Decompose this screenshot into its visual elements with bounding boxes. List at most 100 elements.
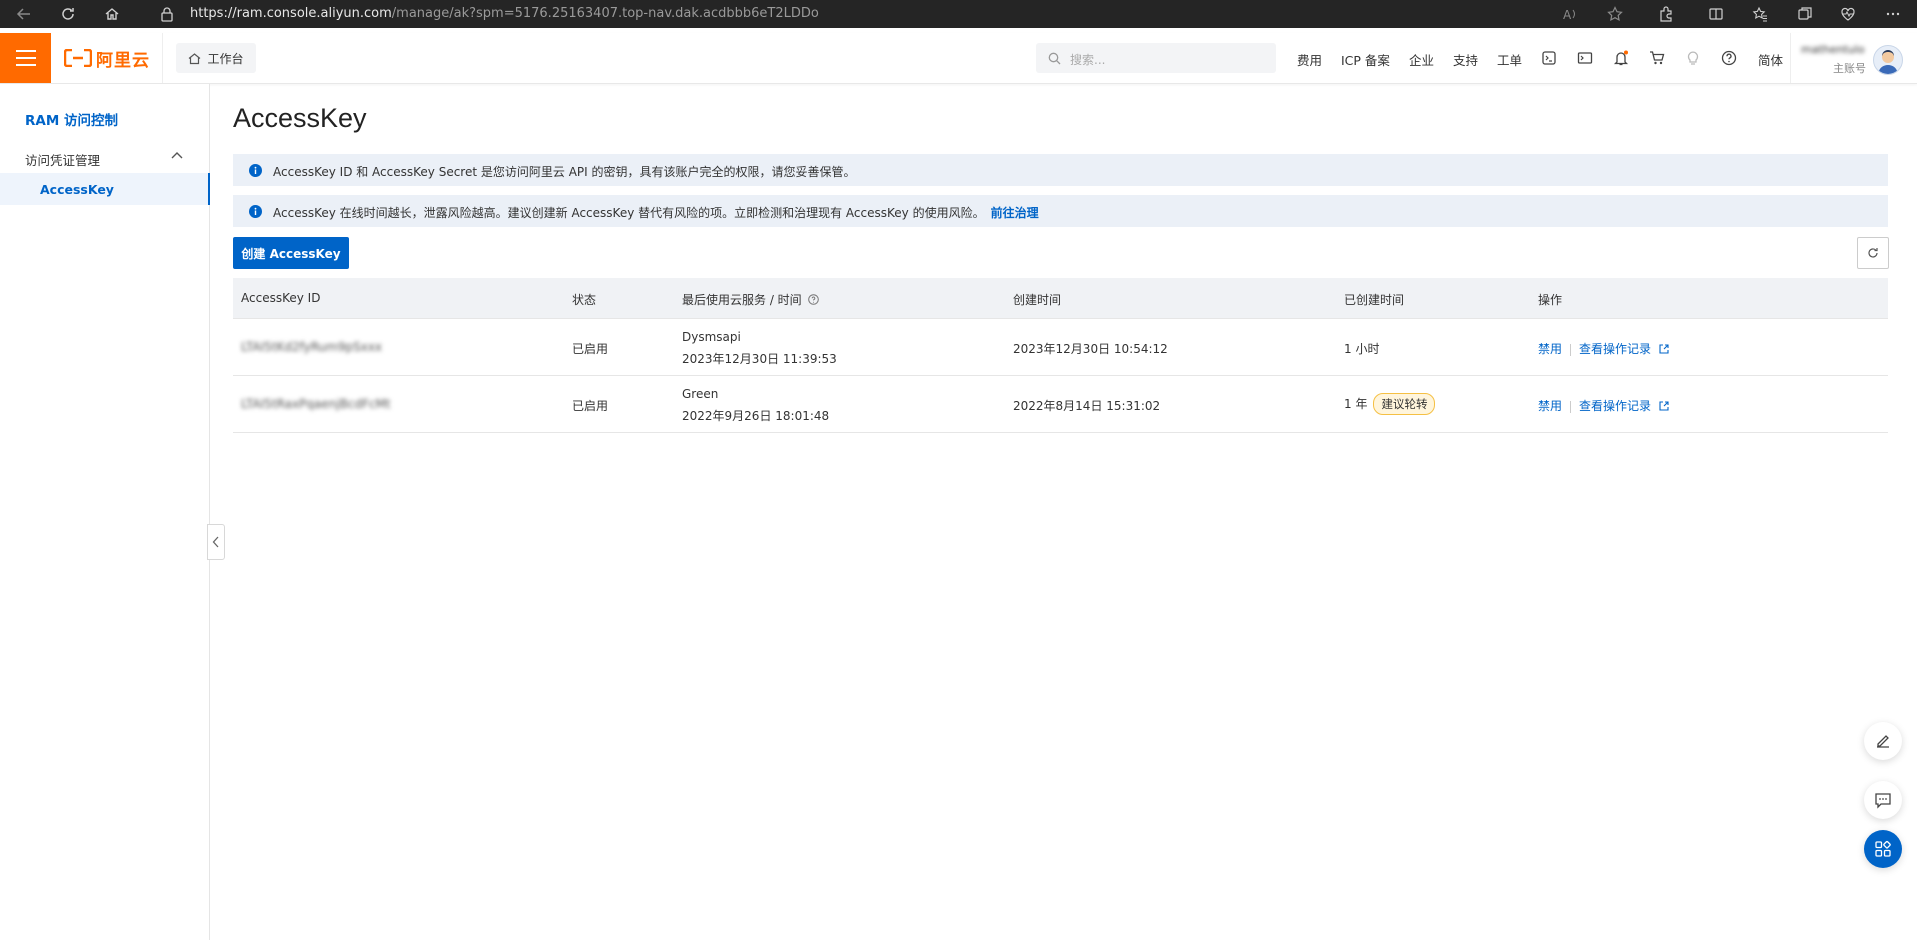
- row-actions: 禁用 查看操作记录: [1538, 397, 1669, 414]
- last-used-time: 2022年9月26日 18:01:48: [682, 409, 830, 423]
- favorite-star-icon[interactable]: [1605, 4, 1625, 24]
- user-account-menu[interactable]: mathentulo 主账号: [1790, 41, 1910, 77]
- home-icon: [189, 52, 201, 64]
- nav-link-icp[interactable]: ICP 备案: [1341, 50, 1390, 69]
- cloud-shell-icon[interactable]: [1539, 48, 1559, 68]
- view-operation-log-link[interactable]: 查看操作记录: [1579, 399, 1651, 413]
- last-used-service: Dysmsapi: [682, 330, 741, 344]
- alert-text: AccessKey 在线时间越长，泄露风险越高。建议创建新 AccessKey …: [273, 206, 1039, 220]
- accesskey-id: LTAI5tRaxPqaenjBcdFcMt: [241, 397, 391, 411]
- chevron-up-icon[interactable]: [170, 150, 184, 160]
- notification-bell-icon[interactable]: [1611, 48, 1631, 68]
- rotate-suggestion-badge: 建议轮转: [1373, 393, 1436, 415]
- disable-link[interactable]: 禁用: [1538, 342, 1562, 356]
- extensions-icon[interactable]: [1656, 4, 1676, 24]
- last-used-service: Green: [682, 387, 719, 401]
- alert-text: AccessKey ID 和 AccessKey Secret 是您访问阿里云 …: [273, 165, 856, 179]
- user-name: mathentulo: [1801, 43, 1865, 56]
- sidebar-collapse-button[interactable]: [207, 524, 225, 560]
- last-used-time: 2023年12月30日 11:39:53: [682, 352, 837, 366]
- user-role: 主账号: [1833, 62, 1866, 75]
- hamburger-icon: [15, 50, 36, 66]
- info-alert-secret: AccessKey ID 和 AccessKey Secret 是您访问阿里云 …: [233, 154, 1888, 186]
- created-time: 2022年8月14日 15:31:02: [1013, 399, 1161, 413]
- table-row: LTAI5tRaxPqaenjBcdFcMt 已启用 Green 2022年9月…: [233, 376, 1888, 433]
- column-header: 创建时间: [1013, 293, 1062, 307]
- search-placeholder: 搜索...: [1070, 53, 1106, 67]
- column-header: 状态: [572, 293, 597, 307]
- apps-grid-icon: [1875, 840, 1891, 857]
- external-link-icon[interactable]: [1659, 344, 1669, 354]
- sidebar-group-credentials[interactable]: 访问凭证管理: [25, 150, 100, 169]
- chat-icon: [1875, 793, 1891, 809]
- aliyun-logo-icon: [64, 49, 92, 67]
- read-aloud-icon[interactable]: A: [1560, 4, 1580, 24]
- more-options-icon[interactable]: [1883, 4, 1903, 24]
- sidebar-item-label: AccessKey: [40, 182, 114, 197]
- back-icon[interactable]: [14, 4, 34, 24]
- cart-icon[interactable]: [1647, 48, 1667, 68]
- status-text: 已启用: [572, 399, 609, 413]
- view-operation-log-link[interactable]: 查看操作记录: [1579, 342, 1651, 356]
- aliyun-logo[interactable]: 阿里云: [64, 46, 150, 71]
- lightbulb-icon[interactable]: [1683, 48, 1703, 68]
- sidebar-title[interactable]: RAM 访问控制: [25, 109, 118, 129]
- status-text: 已启用: [572, 342, 609, 356]
- info-icon: [249, 205, 262, 218]
- column-header: AccessKey ID: [241, 291, 321, 305]
- govern-link[interactable]: 前往治理: [991, 206, 1039, 220]
- workbench-button[interactable]: 工作台: [176, 43, 256, 73]
- workbench-label: 工作台: [207, 51, 244, 66]
- nav-link-tickets[interactable]: 工单: [1497, 50, 1522, 69]
- column-header: 最后使用云服务 / 时间: [682, 291, 819, 308]
- column-header: 操作: [1538, 293, 1563, 307]
- nav-link-enterprise[interactable]: 企业: [1409, 50, 1434, 69]
- logo-text: 阿里云: [96, 50, 150, 71]
- favorites-icon[interactable]: [1750, 4, 1770, 24]
- feedback-edit-button[interactable]: [1864, 722, 1902, 760]
- nav-divider: [162, 33, 163, 83]
- lock-icon[interactable]: [160, 6, 174, 22]
- help-icon[interactable]: [1719, 48, 1739, 68]
- browser-toolbar: https://ram.console.aliyun.com/manage/ak…: [0, 0, 1917, 28]
- address-bar[interactable]: https://ram.console.aliyun.com/manage/ak…: [146, 0, 1386, 28]
- terminal-icon[interactable]: [1575, 48, 1595, 68]
- nav-link-support[interactable]: 支持: [1453, 50, 1478, 69]
- disable-link[interactable]: 禁用: [1538, 399, 1562, 413]
- sidebar-item-accesskey[interactable]: AccessKey: [0, 173, 210, 205]
- chevron-left-icon: [212, 536, 219, 548]
- hamburger-menu-button[interactable]: [0, 33, 51, 83]
- page-title: AccessKey: [233, 103, 367, 133]
- info-icon: [249, 164, 262, 177]
- created-time: 2023年12月30日 10:54:12: [1013, 342, 1168, 356]
- refresh-icon: [1868, 248, 1878, 258]
- question-icon[interactable]: [807, 294, 819, 305]
- search-input[interactable]: 搜索...: [1036, 43, 1276, 73]
- top-navigation: 阿里云 工作台 搜索... 费用 ICP 备案 企业 支持 工单 简体 math…: [0, 33, 1917, 84]
- chat-button[interactable]: [1864, 781, 1902, 819]
- sidebar: RAM 访问控制 访问凭证管理 AccessKey: [0, 84, 210, 940]
- table-row: LTAI5tKd2fyRum9pSxxx 已启用 Dysmsapi 2023年1…: [233, 319, 1888, 376]
- url-text: https://ram.console.aliyun.com/manage/ak…: [190, 6, 819, 21]
- split-screen-icon[interactable]: [1706, 4, 1726, 24]
- collections-icon[interactable]: [1795, 4, 1815, 24]
- row-actions: 禁用 查看操作记录: [1538, 340, 1669, 357]
- reload-icon[interactable]: [58, 4, 78, 24]
- table-header: AccessKey ID 状态 最后使用云服务 / 时间 创建时间 已创建时间 …: [233, 278, 1888, 319]
- accesskey-id: LTAI5tKd2fyRum9pSxxx: [241, 340, 383, 354]
- create-accesskey-button[interactable]: 创建 AccessKey: [233, 237, 349, 269]
- column-header: 已创建时间: [1344, 293, 1405, 307]
- created-age: 1 小时: [1344, 342, 1380, 356]
- refresh-button[interactable]: [1857, 237, 1889, 269]
- external-link-icon[interactable]: [1659, 401, 1669, 411]
- home-icon[interactable]: [102, 4, 122, 24]
- avatar: [1873, 45, 1903, 75]
- edit-icon: [1877, 735, 1889, 748]
- created-age: 1 年建议轮转: [1344, 393, 1436, 415]
- apps-button[interactable]: [1864, 830, 1902, 868]
- health-icon[interactable]: [1838, 4, 1858, 24]
- nav-link-billing[interactable]: 费用: [1297, 50, 1322, 69]
- search-icon: [1048, 52, 1061, 65]
- svg-text:A: A: [1563, 8, 1572, 22]
- language-switch[interactable]: 简体: [1758, 50, 1783, 69]
